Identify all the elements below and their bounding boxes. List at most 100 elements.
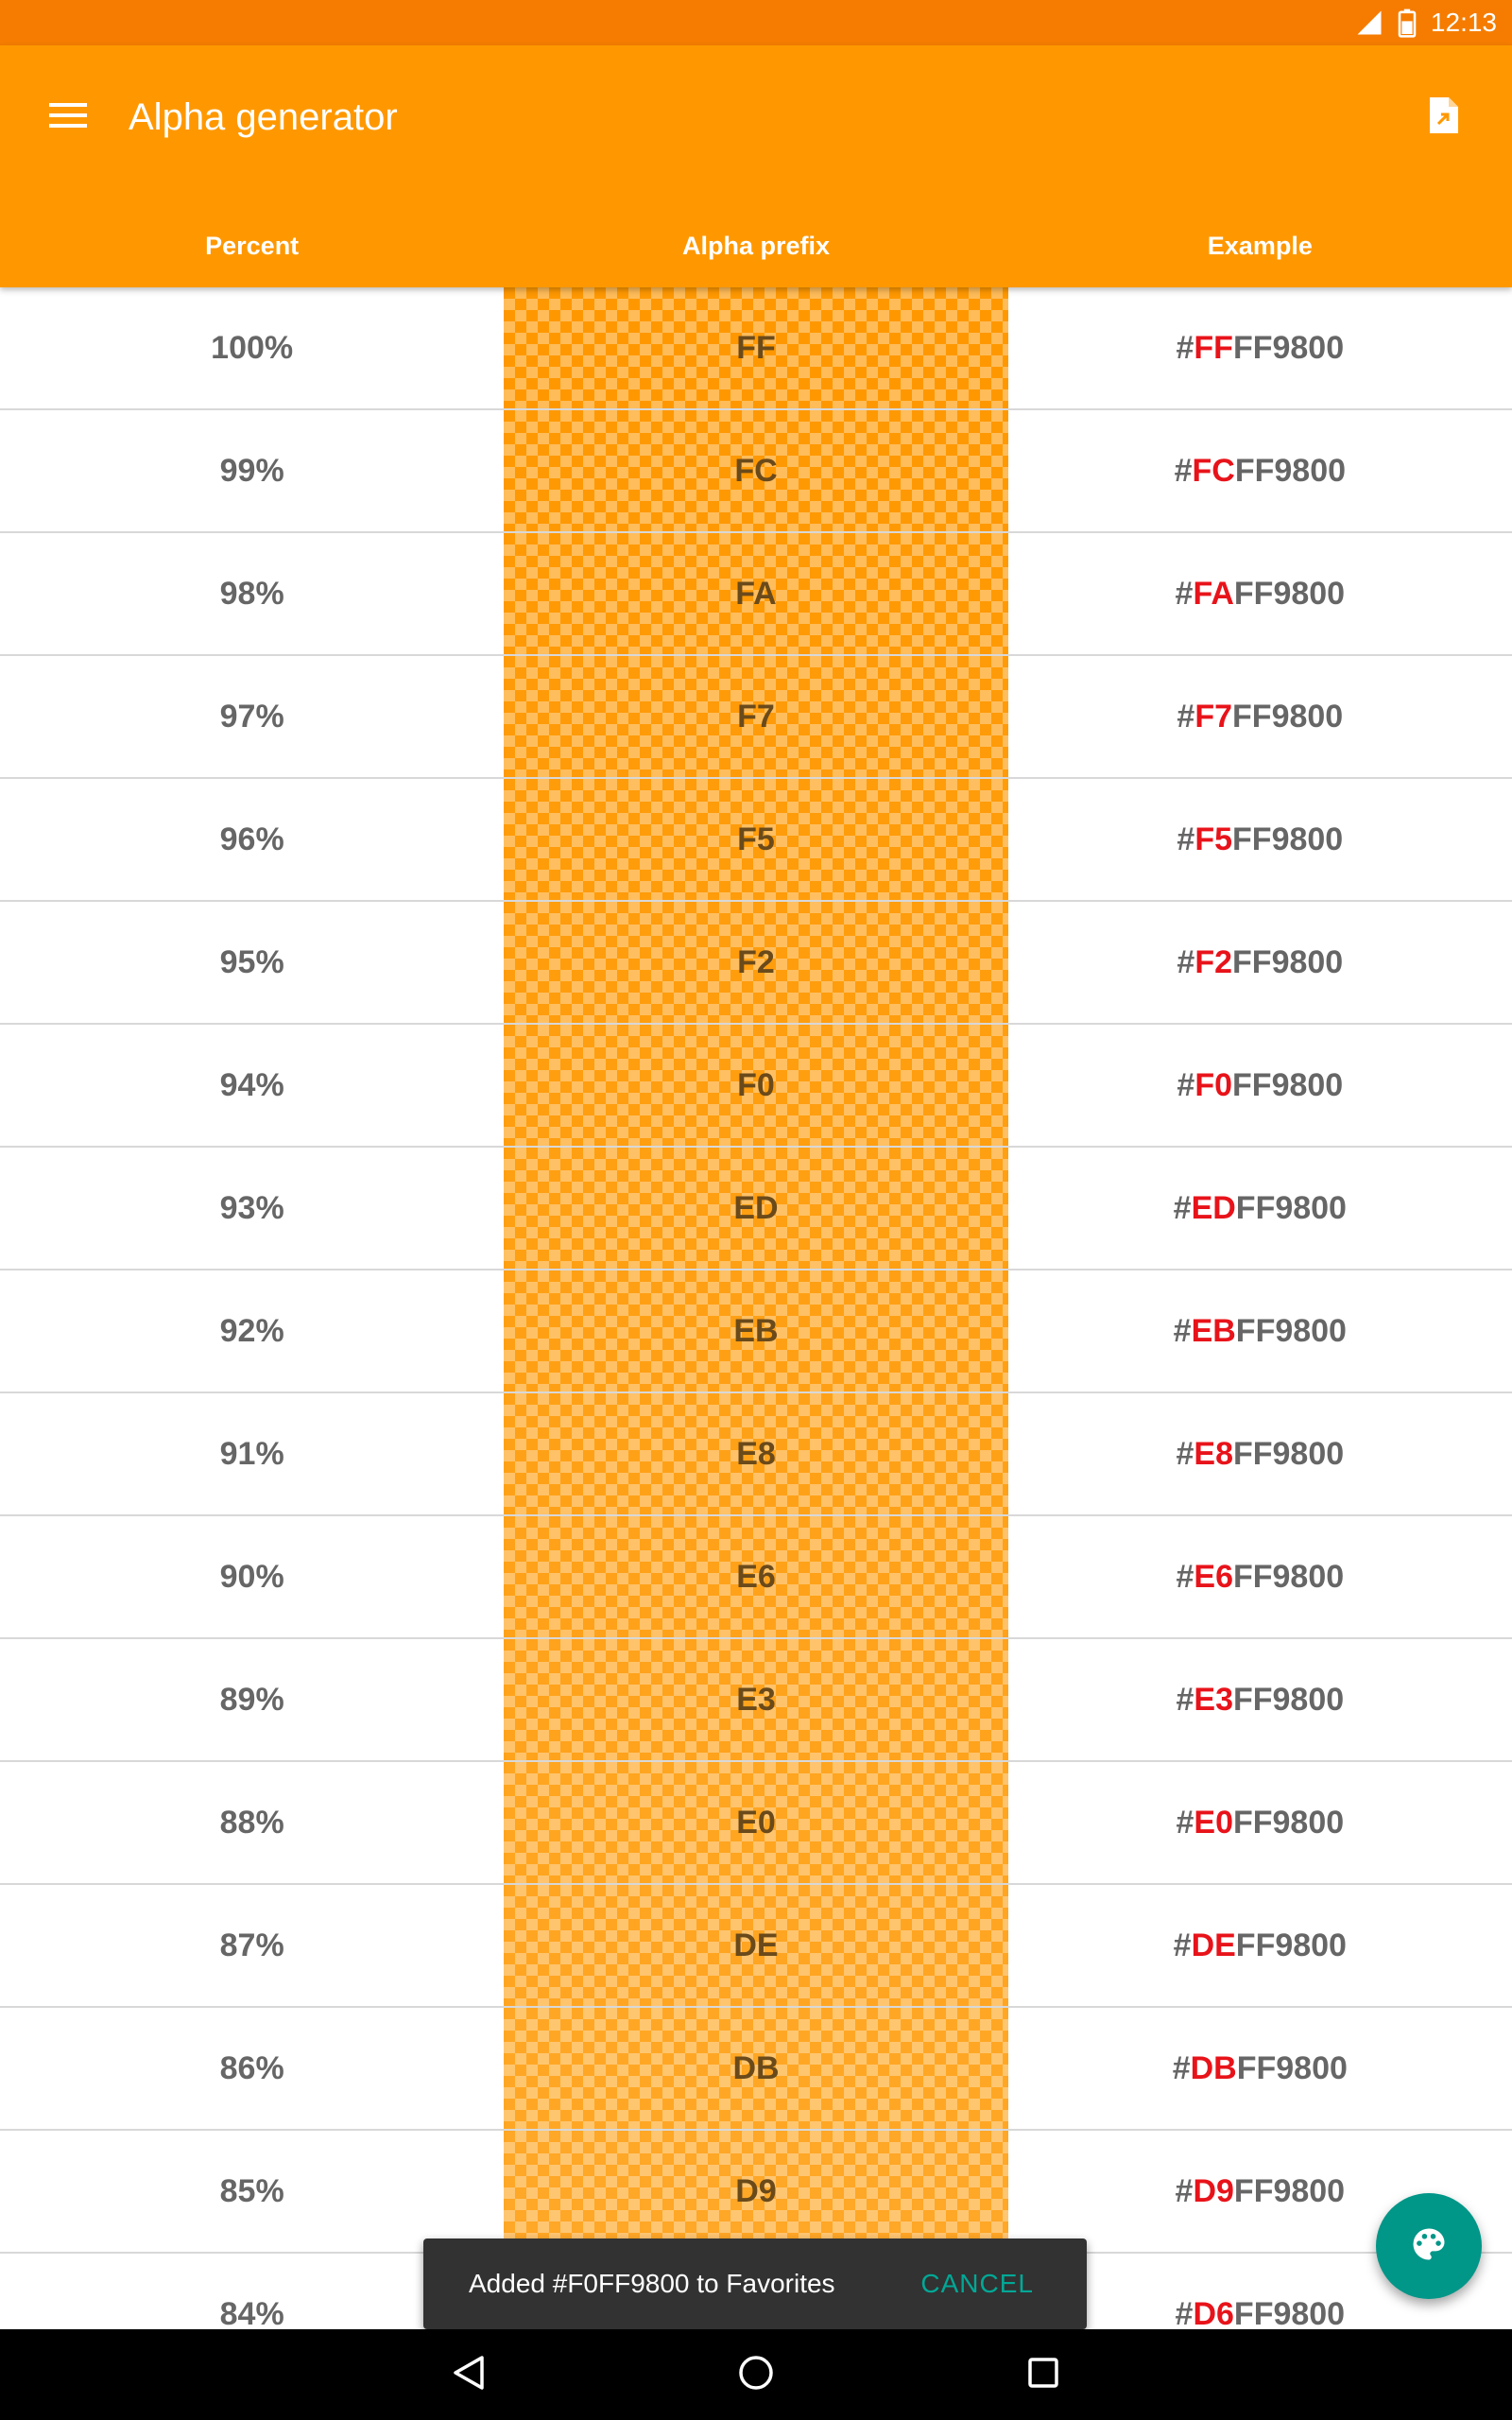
page-title: Alpha generator xyxy=(129,96,398,138)
alpha-cell: F2 xyxy=(504,902,1008,1023)
example-cell: # E3 FF9800 xyxy=(1008,1639,1512,1760)
table-row[interactable]: 95% F2 # F2 FF9800 xyxy=(0,902,1512,1025)
alpha-cell: FF xyxy=(504,287,1008,408)
alpha-cell: FC xyxy=(504,410,1008,531)
example-base: FF9800 xyxy=(1235,1927,1347,1963)
table-row[interactable]: 90% E6 # E6 FF9800 xyxy=(0,1516,1512,1639)
palette-fab-button[interactable] xyxy=(1376,2193,1482,2299)
table-row[interactable]: 92% EB # EB FF9800 xyxy=(0,1270,1512,1393)
percent-cell: 96% xyxy=(219,821,284,857)
example-alpha: E6 xyxy=(1194,1558,1233,1595)
snackbar-message: Added #F0FF9800 to Favorites xyxy=(469,2269,835,2298)
table-row[interactable]: 100% FF # FF FF9800 xyxy=(0,287,1512,410)
menu-button[interactable] xyxy=(36,85,100,149)
header-example: Example xyxy=(1207,232,1313,260)
example-hash: # xyxy=(1176,1804,1194,1841)
battery-icon xyxy=(1397,8,1418,38)
snackbar-cancel-button[interactable]: CANCEL xyxy=(920,2269,1034,2299)
alpha-cell: ED xyxy=(504,1148,1008,1269)
nav-home-button[interactable] xyxy=(726,2344,786,2405)
example-alpha: F2 xyxy=(1194,943,1233,980)
example-base: FF9800 xyxy=(1236,2049,1348,2086)
example-hash: # xyxy=(1177,943,1195,980)
example-alpha: D6 xyxy=(1193,2295,1234,2332)
example-hash: # xyxy=(1176,1681,1194,1718)
nav-back-button[interactable] xyxy=(438,2344,499,2405)
example-alpha: DB xyxy=(1190,2049,1237,2086)
table-row[interactable]: 89% E3 # E3 FF9800 xyxy=(0,1639,1512,1762)
example-hash: # xyxy=(1172,2049,1191,2086)
example-alpha: DE xyxy=(1191,1927,1236,1963)
example-hash: # xyxy=(1173,1312,1192,1349)
example-cell: # ED FF9800 xyxy=(1008,1148,1512,1269)
example-alpha: D9 xyxy=(1193,2172,1234,2209)
alpha-cell: E6 xyxy=(504,1516,1008,1637)
percent-cell: 88% xyxy=(219,1804,284,1841)
status-time: 12:13 xyxy=(1430,8,1497,37)
percent-cell: 97% xyxy=(219,698,284,735)
example-hash: # xyxy=(1175,2295,1194,2332)
alpha-cell: F0 xyxy=(504,1025,1008,1146)
table-row[interactable]: 99% FC # FC FF9800 xyxy=(0,410,1512,533)
percent-cell: 100% xyxy=(211,329,294,366)
percent-cell: 90% xyxy=(219,1558,284,1595)
example-hash: # xyxy=(1177,1066,1195,1103)
table-row[interactable]: 86% DB # DB FF9800 xyxy=(0,2008,1512,2131)
percent-cell: 86% xyxy=(219,2049,284,2086)
example-base: FF9800 xyxy=(1232,1066,1344,1103)
example-cell: # DE FF9800 xyxy=(1008,1885,1512,2006)
alpha-cell: FA xyxy=(504,533,1008,654)
table-row[interactable]: 87% DE # DE FF9800 xyxy=(0,1885,1512,2008)
example-cell: # F7 FF9800 xyxy=(1008,656,1512,777)
example-base: FF9800 xyxy=(1232,1435,1345,1472)
percent-cell: 95% xyxy=(219,943,284,980)
alpha-cell: F5 xyxy=(504,779,1008,900)
recents-square-icon xyxy=(1026,2356,1060,2394)
table-row[interactable]: 88% E0 # E0 FF9800 xyxy=(0,1762,1512,1885)
alpha-cell: DE xyxy=(504,1885,1008,2006)
nav-recents-button[interactable] xyxy=(1013,2344,1074,2405)
percent-cell: 98% xyxy=(219,575,284,612)
table-header: Percent Alpha prefix Example xyxy=(0,204,1512,287)
table-row[interactable]: 97% F7 # F7 FF9800 xyxy=(0,656,1512,779)
alpha-cell: EB xyxy=(504,1270,1008,1392)
table-row[interactable]: 91% E8 # E8 FF9800 xyxy=(0,1393,1512,1516)
example-base: FF9800 xyxy=(1232,1681,1345,1718)
example-alpha: FA xyxy=(1193,575,1234,612)
percent-cell: 87% xyxy=(219,1927,284,1963)
alpha-cell: E8 xyxy=(504,1393,1008,1514)
example-hash: # xyxy=(1176,1558,1194,1595)
example-base: FF9800 xyxy=(1233,2172,1346,2209)
example-hash: # xyxy=(1176,1435,1194,1472)
percent-cell: 91% xyxy=(219,1435,284,1472)
export-button[interactable] xyxy=(1410,83,1478,151)
example-base: FF9800 xyxy=(1233,2295,1346,2332)
example-hash: # xyxy=(1176,329,1194,366)
home-circle-icon xyxy=(737,2354,775,2396)
example-alpha: E3 xyxy=(1194,1681,1233,1718)
table-row[interactable]: 85% D9 # D9 FF9800 xyxy=(0,2131,1512,2254)
example-cell: # F0 FF9800 xyxy=(1008,1025,1512,1146)
example-cell: # E0 FF9800 xyxy=(1008,1762,1512,1883)
percent-cell: 89% xyxy=(219,1681,284,1718)
example-hash: # xyxy=(1177,698,1195,735)
example-cell: # E6 FF9800 xyxy=(1008,1516,1512,1637)
percent-cell: 92% xyxy=(219,1312,284,1349)
example-alpha: FF xyxy=(1194,329,1233,366)
alpha-cell: E0 xyxy=(504,1762,1008,1883)
header-percent: Percent xyxy=(205,232,300,260)
back-triangle-icon xyxy=(452,2354,486,2396)
example-hash: # xyxy=(1173,1927,1192,1963)
export-file-icon xyxy=(1428,95,1460,140)
example-hash: # xyxy=(1173,1189,1192,1226)
example-base: FF9800 xyxy=(1232,1558,1345,1595)
table-row[interactable]: 93% ED # ED FF9800 xyxy=(0,1148,1512,1270)
table-row[interactable]: 94% F0 # F0 FF9800 xyxy=(0,1025,1512,1148)
example-base: FF9800 xyxy=(1232,1804,1345,1841)
example-cell: # EB FF9800 xyxy=(1008,1270,1512,1392)
example-base: FF9800 xyxy=(1232,943,1344,980)
table-row[interactable]: 98% FA # FA FF9800 xyxy=(0,533,1512,656)
example-base: FF9800 xyxy=(1234,452,1347,489)
example-hash: # xyxy=(1175,575,1194,612)
table-row[interactable]: 96% F5 # F5 FF9800 xyxy=(0,779,1512,902)
